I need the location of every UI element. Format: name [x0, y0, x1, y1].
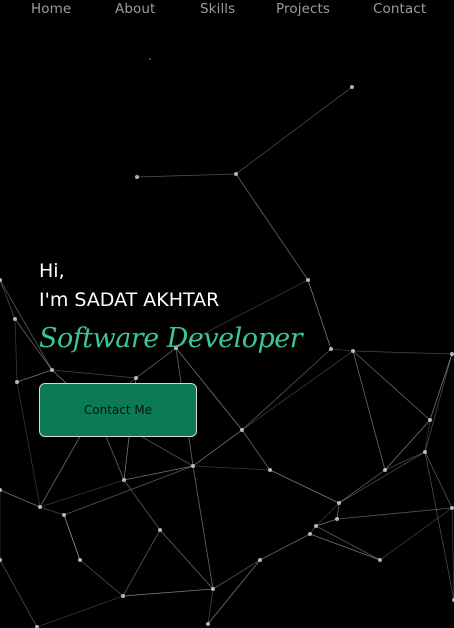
network-node: [0, 558, 2, 562]
network-line: [207, 559, 261, 625]
network-line: [51, 369, 137, 379]
network-node: [314, 524, 318, 528]
particle-network-background: [0, 58, 454, 628]
network-line: [424, 451, 454, 601]
hero-name: I'm SADAT AKHTAR: [39, 289, 220, 311]
network-node: [13, 317, 17, 321]
network-line: [0, 559, 38, 628]
network-node: [50, 368, 54, 372]
network-node: [351, 349, 355, 353]
network-node: [149, 58, 151, 60]
network-line: [63, 514, 81, 561]
network-line: [16, 381, 41, 508]
network-line: [192, 465, 271, 471]
network-node: [423, 450, 427, 454]
network-node: [428, 418, 432, 422]
network-node: [121, 594, 125, 598]
network-line: [212, 559, 261, 590]
network-line: [315, 525, 381, 561]
network-line: [136, 173, 237, 178]
network-line: [241, 348, 332, 431]
nav-link-contact[interactable]: Contact: [373, 1, 426, 17]
network-line: [235, 86, 353, 175]
network-node: [258, 558, 262, 562]
network-line: [235, 173, 309, 281]
network-line: [123, 479, 161, 531]
network-line: [122, 588, 214, 597]
network-line: [336, 507, 453, 520]
nav-link-home[interactable]: Home: [31, 1, 71, 17]
top-navigation: Home About Skills Projects Contact: [0, 0, 454, 20]
network-line: [429, 353, 453, 421]
network-line: [39, 506, 65, 516]
network-node: [450, 352, 454, 356]
network-line: [352, 350, 431, 421]
network-line: [16, 369, 53, 383]
network-line: [241, 350, 354, 431]
network-line: [122, 529, 161, 597]
network-node: [191, 464, 195, 468]
network-node: [15, 380, 19, 384]
network-line: [309, 533, 381, 561]
contact-me-button[interactable]: Contact Me: [39, 383, 197, 437]
network-line: [192, 429, 243, 467]
network-line: [424, 451, 453, 509]
network-node: [206, 622, 210, 626]
network-line: [241, 429, 271, 471]
network-node: [240, 428, 244, 432]
network-node: [0, 278, 2, 282]
hero-role-title: Software Developer: [39, 323, 303, 354]
network-node: [350, 85, 354, 89]
network-node: [134, 376, 138, 380]
network-node: [268, 468, 272, 472]
network-line: [330, 348, 354, 352]
network-line: [338, 469, 386, 504]
nav-link-projects[interactable]: Projects: [276, 1, 330, 17]
network-line: [123, 465, 194, 481]
network-node: [335, 517, 339, 521]
network-node: [378, 558, 382, 562]
nav-link-about[interactable]: About: [115, 1, 155, 17]
network-node: [122, 478, 126, 482]
network-node: [158, 528, 162, 532]
network-line: [63, 465, 194, 516]
network-node: [0, 488, 2, 492]
network-line: [0, 489, 41, 508]
network-node: [78, 558, 82, 562]
network-line: [0, 279, 16, 320]
network-node: [211, 587, 215, 591]
network-node: [329, 347, 333, 351]
network-node: [234, 172, 238, 176]
network-line: [259, 533, 311, 561]
network-node: [306, 278, 310, 282]
network-line: [307, 279, 332, 350]
network-node: [337, 501, 341, 505]
network-line: [36, 595, 124, 628]
network-line: [336, 502, 340, 520]
network-node: [450, 506, 454, 510]
network-node: [308, 532, 312, 536]
network-line: [14, 318, 18, 383]
network-line: [424, 353, 453, 453]
network-line: [269, 469, 340, 504]
hero-greeting: Hi,: [39, 260, 65, 282]
network-line: [352, 350, 453, 355]
network-node: [62, 513, 66, 517]
nav-link-skills[interactable]: Skills: [200, 1, 235, 17]
network-node: [38, 505, 42, 509]
network-node: [383, 468, 387, 472]
network-line: [79, 559, 124, 597]
network-line: [352, 350, 386, 471]
network-line: [384, 451, 426, 471]
network-node: [135, 175, 139, 179]
